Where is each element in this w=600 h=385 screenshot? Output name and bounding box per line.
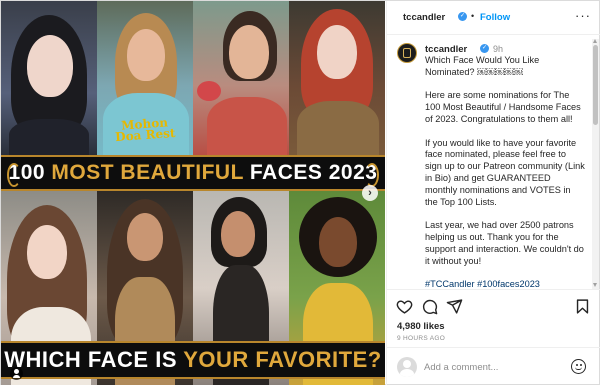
user-tag-icon[interactable] — [10, 367, 23, 380]
post-image[interactable]: Mohon Doa Rest 100 MOST BEAUTIFUL FACES … — [1, 1, 385, 385]
banner-top: 100 MOST BEAUTIFUL FACES 2023 — [1, 155, 385, 191]
separator-dot: • — [471, 11, 475, 21]
caption-paragraph: Which Face Would You Like Nominated? ￼￼￼… — [425, 55, 540, 77]
comment-input[interactable] — [424, 360, 564, 374]
avatar[interactable] — [397, 43, 417, 63]
caption-time: 9h — [493, 44, 504, 54]
caption-hashtags[interactable]: #TCCandler #100faces2023 — [425, 279, 585, 288]
post-timestamp: 9 HOURS AGO — [397, 335, 446, 342]
caption-area: tccandler ✓ 9h Which Face Would You Like… — [387, 36, 600, 288]
likes-count[interactable]: 4,980 likes — [397, 321, 445, 332]
banner-bottom: WHICH FACE IS YOUR FAVORITE? — [1, 341, 385, 379]
photo-tile — [193, 1, 289, 155]
caption-text: Which Face Would You Like Nominated? ￼￼￼… — [425, 55, 585, 288]
caption-username[interactable]: tccandler — [425, 44, 467, 55]
post-header: tccandler ✓ • Follow ··· — [387, 1, 600, 35]
comment-icon[interactable] — [421, 298, 438, 315]
photo-tile — [289, 1, 385, 155]
action-bar: 4,980 likes 9 HOURS AGO — [387, 289, 600, 345]
chevron-right-icon: › — [368, 187, 372, 199]
verified-badge-icon: ✓ — [458, 12, 467, 21]
bookmark-icon[interactable] — [574, 298, 591, 315]
shirt-print-text: Mohon Doa Rest — [114, 115, 176, 145]
header-username[interactable]: tccandler — [403, 12, 445, 23]
caption-paragraph: Last year, we had over 2500 patrons help… — [425, 220, 584, 266]
post-side-panel: tccandler ✓ • Follow ··· tccandler ✓ 9h … — [386, 1, 600, 385]
emoji-icon[interactable] — [571, 359, 586, 374]
next-image-button[interactable]: › — [362, 185, 378, 201]
caption-paragraph: Here are some nominations for The 100 Mo… — [425, 90, 581, 124]
verified-badge-icon: ✓ — [480, 44, 489, 53]
share-icon[interactable] — [446, 298, 463, 315]
caption-paragraph: If you would like to have your favorite … — [425, 137, 585, 207]
comment-bar — [387, 347, 600, 385]
photo-tile — [1, 1, 97, 155]
more-options-icon[interactable]: ··· — [575, 8, 591, 23]
post-dialog: Mohon Doa Rest 100 MOST BEAUTIFUL FACES … — [0, 0, 600, 385]
heart-icon[interactable] — [396, 298, 413, 315]
caption-scrollbar[interactable] — [592, 39, 599, 289]
avatar — [397, 357, 417, 377]
follow-button[interactable]: Follow — [480, 12, 510, 23]
